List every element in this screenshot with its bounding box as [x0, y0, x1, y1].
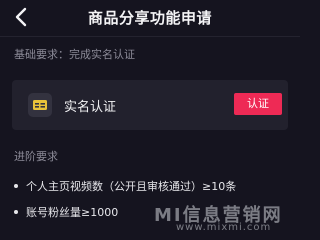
list-item: 个人主页视频数（公开且审核通过）≥10条	[14, 178, 236, 194]
watermark-url: www.mixmi.com	[176, 222, 272, 233]
bullet-dot	[14, 210, 18, 214]
basic-requirement-label: 基础要求：完成实名认证	[14, 48, 135, 61]
page-title: 商品分享功能申请	[87, 9, 212, 27]
advanced-requirement-label: 进阶要求	[14, 150, 58, 163]
real-name-verification-label: 实名认证	[64, 100, 117, 115]
real-name-verification-card: 实名认证 认证	[12, 80, 288, 130]
id-card-icon	[28, 93, 52, 117]
header-bar: 商品分享功能申请	[0, 0, 300, 34]
bullet-dot	[14, 184, 18, 188]
requirement-follower-count: 账号粉丝量≥1000	[26, 206, 119, 219]
verify-button[interactable]: 认证	[234, 93, 282, 115]
header-divider	[0, 36, 300, 37]
watermark: MI信息营销网 www.mixmi.com	[154, 201, 292, 233]
requirement-video-count: 个人主页视频数（公开且审核通过）≥10条	[26, 180, 237, 193]
share-function-application-page: 商品分享功能申请 基础要求：完成实名认证 实名认证 认证 进阶要求 个人主页视频…	[0, 0, 300, 240]
list-item: 账号粉丝量≥1000	[14, 204, 118, 220]
